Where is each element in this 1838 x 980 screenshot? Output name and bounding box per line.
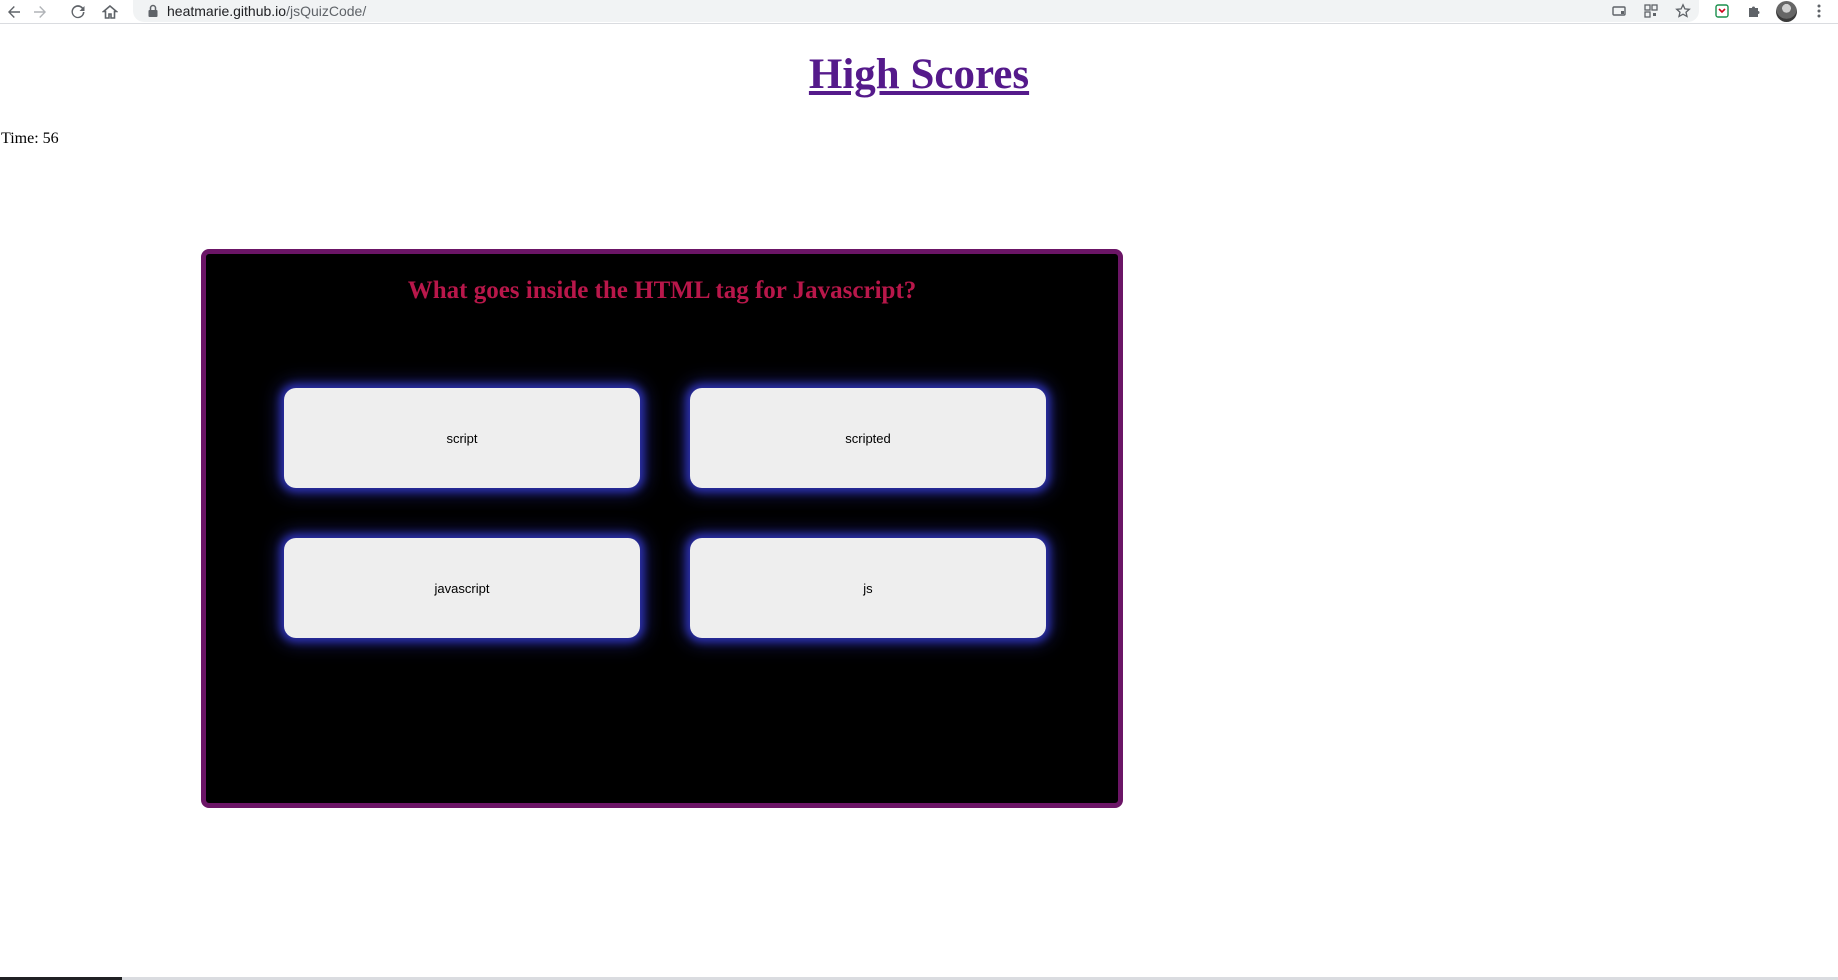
answer-button-4[interactable]: js (690, 538, 1046, 638)
url-host: heatmarie.github.io (167, 3, 287, 19)
back-icon[interactable] (2, 0, 26, 23)
star-icon[interactable] (1672, 1, 1694, 21)
url-text[interactable]: heatmarie.github.io/jsQuizCode/ (167, 3, 366, 19)
cast-icon[interactable] (1608, 1, 1630, 21)
profile-avatar[interactable] (1776, 1, 1797, 22)
url-path: /jsQuizCode/ (286, 3, 367, 19)
menu-dots-icon[interactable] (1808, 1, 1830, 21)
answer-button-1[interactable]: script (284, 388, 640, 488)
high-scores-link[interactable]: High Scores (0, 50, 1838, 99)
qr-icon[interactable] (1640, 1, 1662, 21)
puzzle-icon[interactable] (1743, 1, 1765, 21)
lock-icon[interactable] (147, 4, 159, 18)
answer-button-3[interactable]: javascript (284, 538, 640, 638)
quiz-card: What goes inside the HTML tag for Javasc… (201, 249, 1123, 808)
answer-button-2[interactable]: scripted (690, 388, 1046, 488)
address-bar[interactable]: heatmarie.github.io/jsQuizCode/ (133, 0, 1699, 22)
browser-toolbar: heatmarie.github.io/jsQuizCode/ (0, 0, 1838, 24)
extension-pocket-icon[interactable] (1711, 1, 1733, 21)
home-icon[interactable] (98, 0, 122, 23)
timer-text: Time: 56 (1, 130, 59, 147)
reload-icon[interactable] (66, 0, 90, 23)
forward-icon[interactable] (28, 0, 52, 23)
question-text: What goes inside the HTML tag for Javasc… (407, 277, 917, 304)
